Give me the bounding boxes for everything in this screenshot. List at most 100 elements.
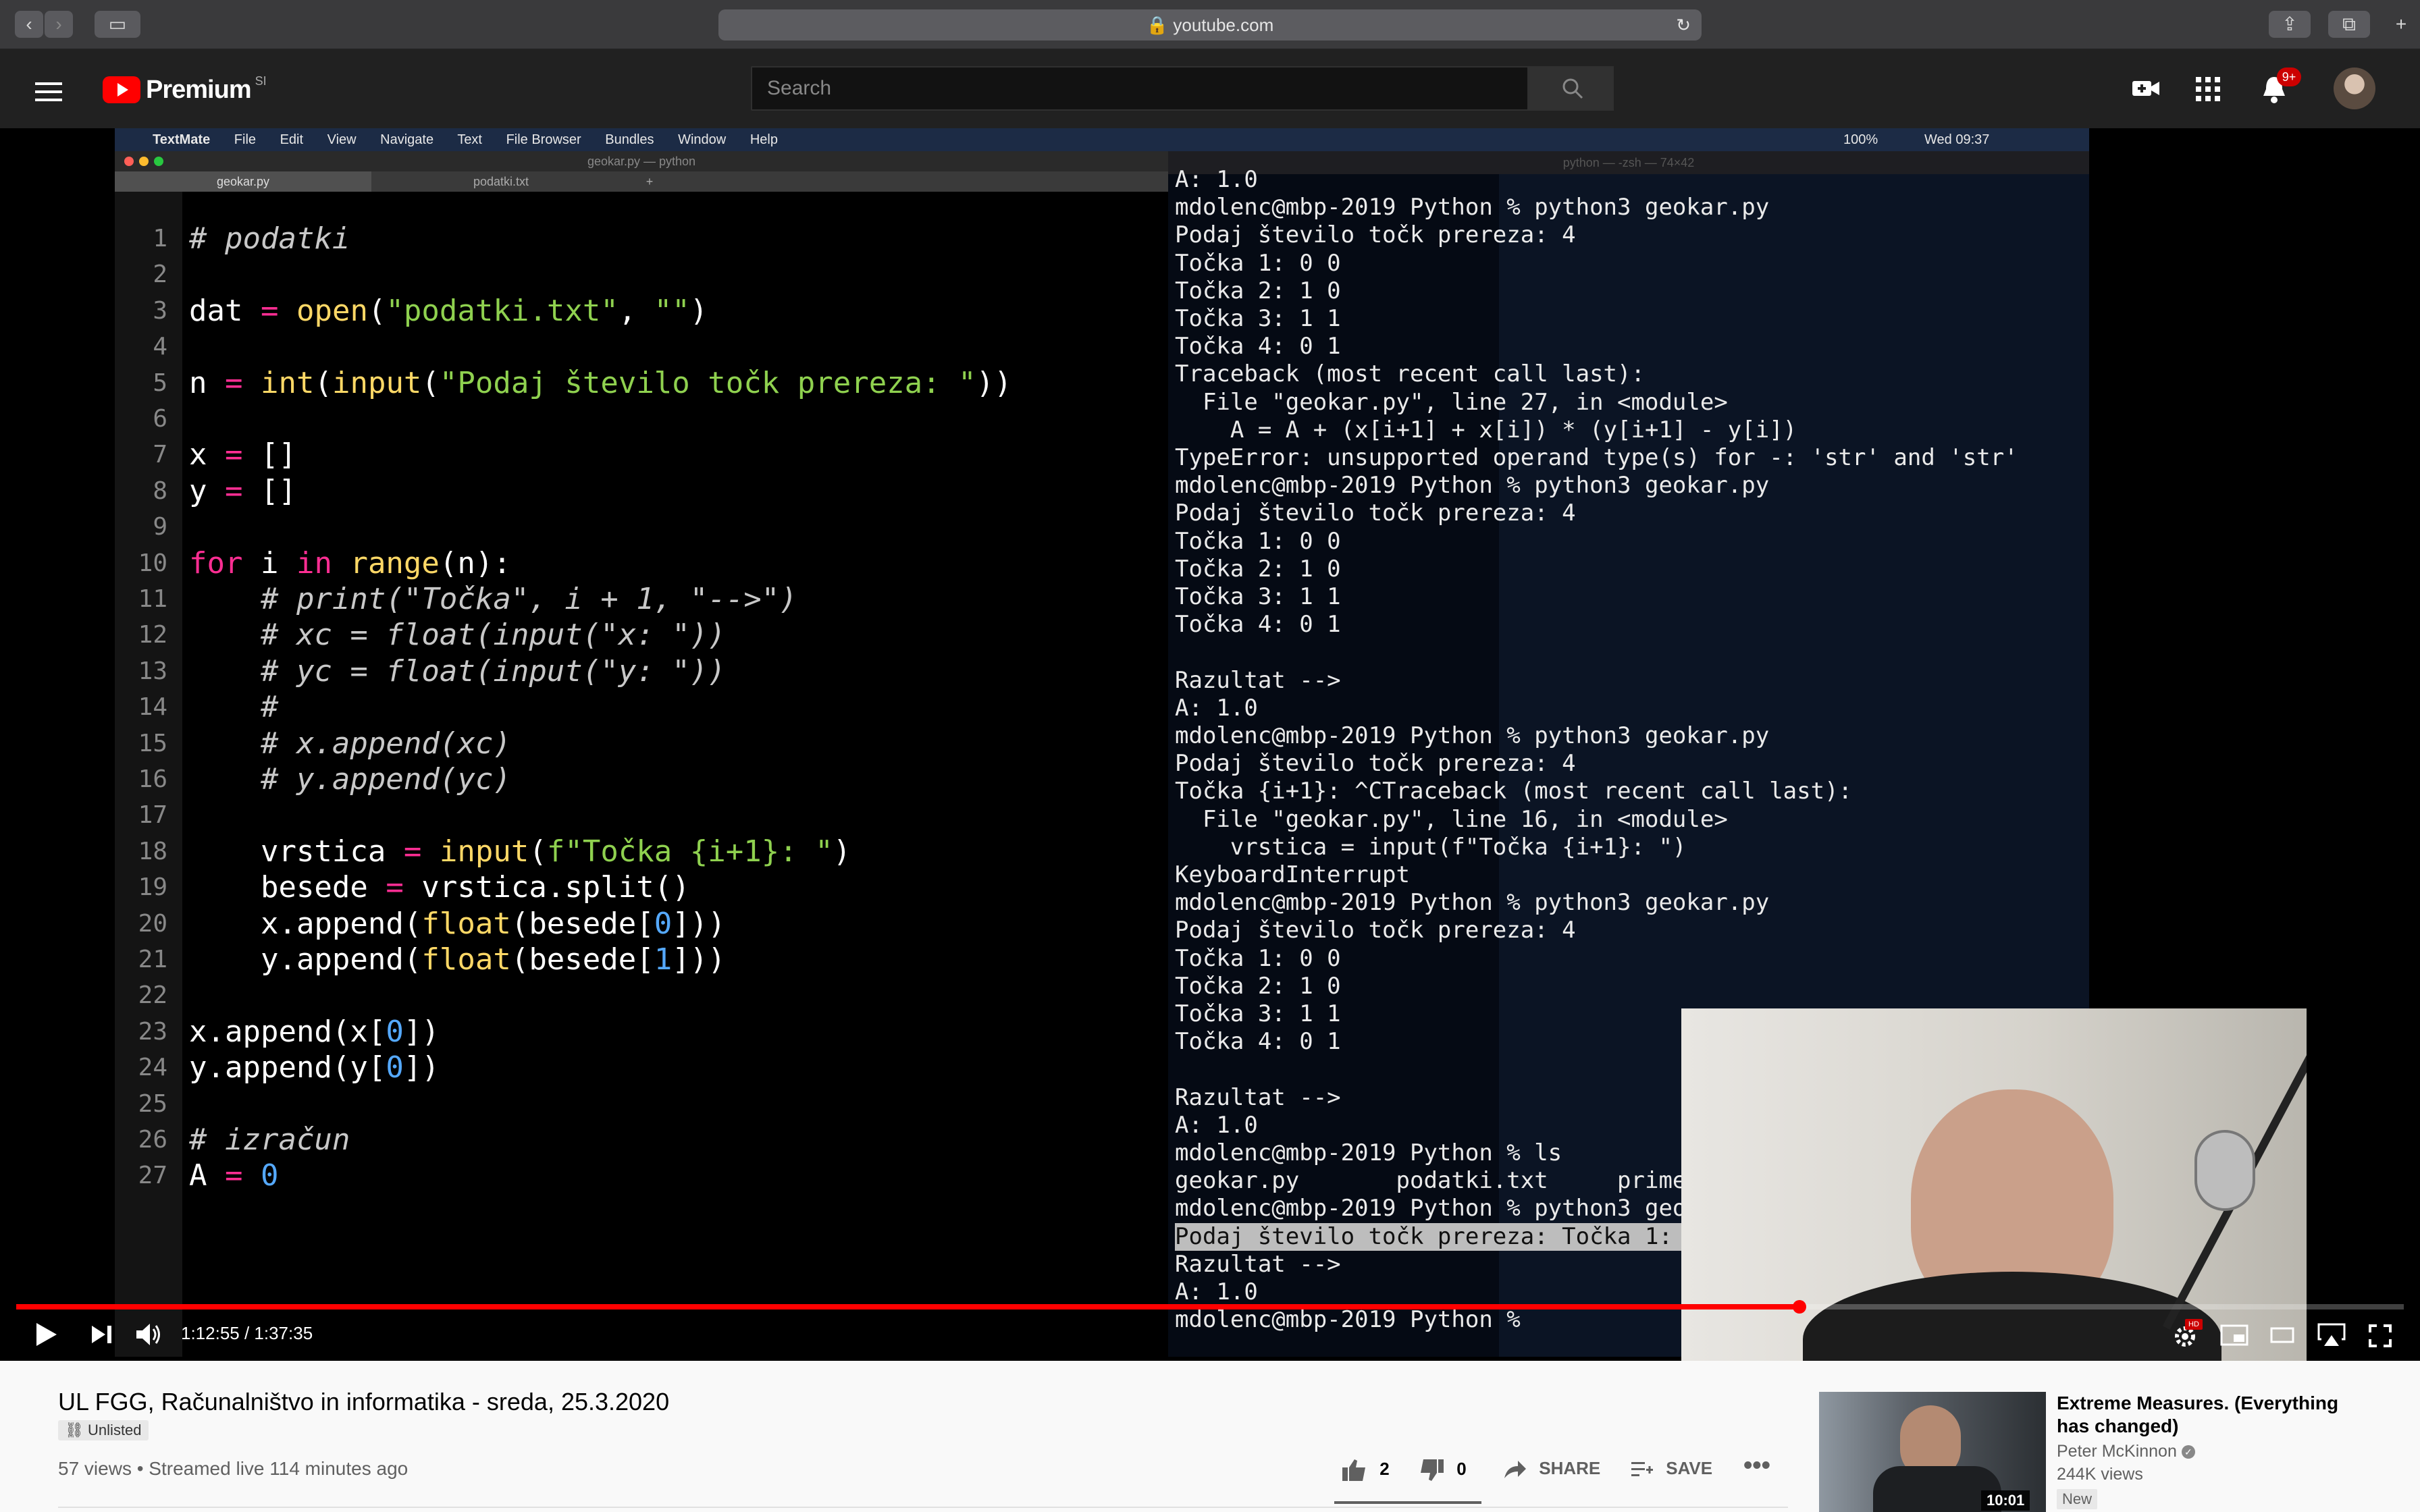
window-close-icon [124,157,134,166]
terminal-line: mdolenc@mbp-2019 Python % ls [1175,1139,1562,1166]
like-count: 2 [1379,1458,1390,1479]
add-tab-icon: + [646,175,654,188]
terminal-line: Podaj število točk prereza: Točka 1: T [1175,1222,1700,1251]
terminal-line: mdolenc@mbp-2019 Python % python3 geokar… [1175,889,1770,917]
theater-mode-icon[interactable] [2270,1327,2294,1343]
terminal-line: Traceback (most recent call last): [1175,360,1645,388]
code-line: # yc = float(input("y: ")) [189,653,726,688]
tab-geokar: geokar.py [115,171,371,192]
terminal-line: File "geokar.py", line 27, in <module> [1175,388,1728,416]
terminal-line: mdolenc@mbp-2019 Python % python3 geokar… [1175,1195,1770,1222]
editor-titlebar: geokar.py — python [115,151,1168,171]
save-label: SAVE [1666,1458,1713,1478]
terminal-line: mdolenc@mbp-2019 Python % [1175,1306,1535,1334]
forward-button[interactable]: › [45,11,73,38]
back-button[interactable]: ‹ [15,11,43,38]
menu-icon[interactable] [35,82,62,101]
terminal-line: Točka 3: 1 1 [1175,583,1341,610]
line-number: 15 [138,729,167,757]
search-button[interactable] [1529,66,1614,111]
create-video-icon[interactable] [2131,77,2161,100]
video-duration: 10:01 [1981,1490,2030,1511]
line-number: 20 [138,909,167,938]
more-actions-icon[interactable]: ••• [1743,1451,1770,1480]
line-number: 7 [153,441,167,469]
thumbs-down-icon [1421,1459,1444,1481]
terminal-line: Podaj število točk prereza: 4 [1175,221,1576,249]
link-icon: ⛓ [65,1422,88,1438]
play-icon[interactable] [35,1322,58,1347]
line-number: 27 [138,1162,167,1190]
line-number: 5 [153,369,167,397]
volume-icon[interactable] [135,1322,163,1347]
terminal-line: Podaj število točk prereza: 4 [1175,750,1576,778]
apps-grid-icon[interactable] [2196,77,2220,101]
next-video-icon[interactable] [90,1324,113,1345]
tab-podatki: podatki.txt [473,175,529,188]
new-tab-button[interactable]: + [2388,11,2415,38]
terminal-line: Točka 4: 0 1 [1175,333,1341,360]
line-number: 16 [138,765,167,793]
microphone [2194,1130,2255,1211]
line-number: 2 [153,261,167,289]
like-button[interactable]: 2 [1341,1458,1390,1482]
terminal-line: Podaj število točk prereza: 4 [1175,917,1576,944]
new-badge: New [2057,1489,2098,1509]
terminal-line: A = A + (x[i+1] + x[i]) * (y[i+1] - y[i]… [1175,416,1797,443]
line-number: 24 [138,1054,167,1082]
save-button[interactable]: SAVE [1630,1458,1712,1480]
code-line: x = [] [189,437,296,473]
search-input[interactable]: Search [751,66,1529,111]
share-button[interactable]: SHARE [1503,1458,1600,1480]
recommendation-channel[interactable]: Peter McKinnon ✓ [2057,1442,2195,1461]
lock-icon: 🔒 [1146,15,1169,35]
address-bar[interactable]: 🔒 youtube.com ↻ [718,9,1702,40]
youtube-premium-logo[interactable]: Premium SI [103,74,267,105]
code-line: # podatki [189,221,350,256]
recommendation-thumbnail[interactable]: 10:01 [1819,1392,2046,1512]
code-line: x.append(x[0]) [189,1014,440,1049]
line-number: 23 [138,1017,167,1046]
miniplayer-icon[interactable] [2220,1324,2248,1346]
share-browser-button[interactable]: ⇪ [2269,11,2311,38]
hd-badge: HD [2185,1319,2203,1330]
menubar-item: TextMate [153,132,211,147]
playlist-add-icon [1631,1462,1653,1477]
line-number: 14 [138,693,167,722]
fullscreen-icon[interactable] [2369,1324,2392,1347]
terminal-line: A: 1.0 [1175,694,1258,722]
dislike-button[interactable]: 0 [1418,1458,1467,1482]
terminal-line: vrstica = input(f"Točka {i+1}: ") [1175,833,1687,861]
airplay-icon[interactable] [2317,1323,2346,1347]
reload-icon[interactable]: ↻ [1676,9,1691,40]
video-title: UL FGG, Računalništvo in informatika - s… [58,1388,670,1415]
code-line: y.append(y[0]) [189,1050,440,1085]
line-number: 10 [138,549,167,577]
code-area: 1 # podatki 2 3 dat = open("podatki.txt", ""… [115,192,1168,1357]
terminal-line: Razultat --> [1175,1250,1341,1278]
code-line: # xc = float(input("x: ")) [189,618,726,653]
line-number: 25 [138,1089,167,1118]
line-number: 4 [153,333,167,361]
code-line: y.append(float(besede[1])) [189,942,726,977]
editor-title: geokar.py — python [587,155,696,168]
terminal-line: TypeError: unsupported operand type(s) f… [1175,444,2018,471]
terminal-line: A: 1.0 [1175,1111,1258,1139]
code-line: y = [] [189,473,296,508]
code-line: # y.append(yc) [189,762,511,796]
terminal-line: Točka 2: 1 0 [1175,555,1341,583]
code-line: # [189,690,279,725]
code-line: for i in range(n): [189,545,511,580]
terminal-line: Točka 4: 0 1 [1175,611,1341,639]
search-icon [1562,78,1583,99]
sidebar-toggle-button[interactable]: ▭ [95,11,140,38]
progress-played [16,1304,1800,1310]
channel-name: Peter McKinnon [2057,1442,2177,1461]
unlisted-badge: ⛓ Unlisted [58,1420,149,1440]
recommendation-title[interactable]: Extreme Measures. (Everything has change… [2057,1392,2340,1438]
avatar[interactable] [2334,68,2375,109]
line-number: 9 [153,513,167,541]
terminal-titlebar: python — -zsh — 74×42 [1168,151,2089,174]
menubar-item: Bundles [605,132,654,147]
tabs-overview-button[interactable]: ⧉ [2328,11,2370,38]
